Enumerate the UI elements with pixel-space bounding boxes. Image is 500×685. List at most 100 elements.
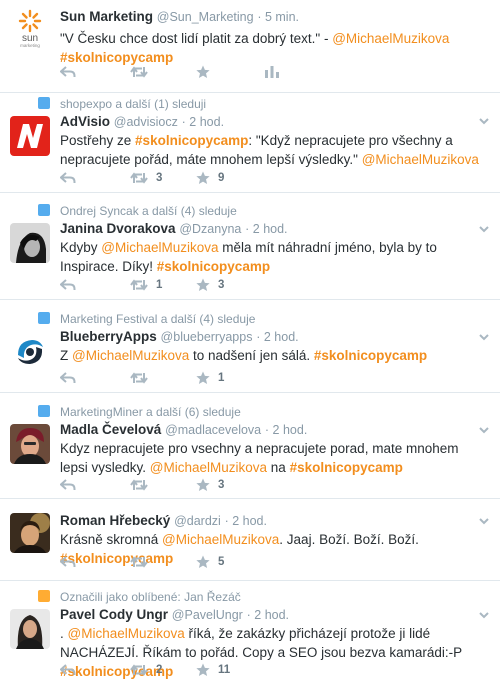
avatar[interactable] [10,331,50,371]
avatar[interactable] [10,609,50,649]
mention-link[interactable]: @MichaelMuzikova [162,532,279,547]
tweet-item[interactable]: shopexpo a další (1) sleduji AdVisio @ad… [0,93,500,193]
retweet-icon [130,664,148,676]
author-handle[interactable]: @madlacevelova [165,423,261,437]
mention-link[interactable]: @MichaelMuzikova [68,626,185,641]
retweet-count: 1 [156,279,163,291]
favorite-button[interactable]: 11 [196,662,230,678]
tweet-text: "V Česku chce dost lidí platit za dobrý … [60,29,486,67]
favorite-button[interactable]: 1 [196,370,224,386]
author-name[interactable]: AdVisio [60,114,110,129]
favorite-button[interactable]: 9 [196,170,224,186]
star-context-icon [38,590,50,602]
analytics-icon[interactable] [265,64,279,80]
avatar[interactable] [10,424,50,464]
author-name[interactable]: BlueberryApps [60,329,157,344]
tweet-item[interactable]: Označili jako oblíbené: Jan Řezáč Pavel … [0,581,500,685]
avatar[interactable] [10,223,50,263]
retweet-button[interactable]: 3 [130,170,162,186]
tweet-time[interactable]: 5 min. [265,10,299,24]
follow-context-icon [38,312,50,324]
mention-link[interactable]: @MichaelMuzikova [150,460,267,475]
author-handle[interactable]: @blueberryapps [161,330,253,344]
roman-photo [10,513,50,553]
author-handle[interactable]: @advisiocz [114,115,178,129]
hashtag-link[interactable]: #skolnicopycamp [290,460,403,475]
reply-icon[interactable] [60,170,76,186]
tweet-context: Marketing Festival a další (4) sleduje [38,312,255,326]
tweet-context: Ondrej Syncak a další (4) sleduje [38,204,237,218]
retweet-button[interactable]: 1 [130,277,162,293]
favorite-icon[interactable] [196,64,210,80]
favorite-button[interactable]: 5 [196,554,224,570]
avatar[interactable]: sun marketing [10,8,50,48]
tweet-text-segment: . Jaaj. Boží. Boží. Boží. [279,532,419,547]
author-handle[interactable]: @Dzanyna [179,222,241,236]
favorite-icon [196,278,210,291]
tweet-item[interactable]: sun marketing Sun Marketing @Sun_Marketi… [0,0,500,93]
tweet-time[interactable]: 2 hod. [264,330,299,344]
tweet-time[interactable]: 2 hod. [232,514,267,528]
reply-icon[interactable] [60,64,76,80]
tweet-time[interactable]: 2 hod. [273,423,308,437]
favorite-count: 3 [218,279,225,291]
mention-link[interactable]: @MichaelMuzikova [72,348,189,363]
tweet-text-segment: "V Česku chce dost lidí platit za dobrý … [60,31,333,46]
follow-context-icon [38,204,50,216]
favorite-icon [196,663,210,676]
reply-icon[interactable] [60,277,76,293]
mention-link[interactable]: @MichaelMuzikova [101,240,218,255]
reply-icon[interactable] [60,370,76,386]
author-name[interactable]: Pavel Cody Ungr [60,607,168,622]
tweet-item[interactable]: Marketing Festival a další (4) sleduje B… [0,300,500,393]
tweet-time[interactable]: 2 hod. [253,222,288,236]
tweet-item[interactable]: Ondrej Syncak a další (4) sleduje Janina… [0,193,500,300]
tweet-actions: 3 [60,477,360,493]
author-name[interactable]: Sun Marketing [60,9,153,24]
janina-photo [10,223,50,263]
tweet-item[interactable]: Roman Hřebecký @dardzi · 2 hod. Krásně s… [0,499,500,581]
avatar[interactable] [10,513,50,553]
tweet-context: MarketingMiner a další (6) sleduje [38,405,241,419]
tweet-text: Z @MichaelMuzikova to nadšení jen sálá. … [60,346,486,365]
tweet-text-segment: na [267,460,290,475]
mention-link[interactable]: @MichaelMuzikova [332,31,449,46]
pavel-photo [10,609,50,649]
follow-context-icon [38,405,50,417]
hashtag-link[interactable]: #skolnicopycamp [135,133,248,148]
tweet-time[interactable]: 2 hod. [254,608,289,622]
hashtag-link[interactable]: #skolnicopycamp [314,348,427,363]
author-handle[interactable]: @dardzi [174,514,221,528]
mention-link[interactable]: @MichaelMuzikova [362,152,479,167]
retweet-count: 2 [156,664,163,676]
tweet-text-segment: Kdyby [60,240,102,255]
retweet-icon[interactable] [130,370,148,386]
avatar[interactable] [10,116,50,156]
tweet-item[interactable]: MarketingMiner a další (6) sleduje Madla… [0,393,500,499]
author-name[interactable]: Madla Čevelová [60,422,161,437]
favorite-button[interactable]: 3 [196,477,224,493]
author-name[interactable]: Roman Hřebecký [60,513,170,528]
tweet-text-segment: Krásně skromná [60,532,163,547]
hashtag-link[interactable]: #skolnicopycamp [157,259,270,274]
favorite-button[interactable]: 3 [196,277,224,293]
tweet-header: Roman Hřebecký @dardzi · 2 hod. [60,513,267,528]
retweet-count: 3 [156,172,163,184]
tweet-actions: 1 [60,370,360,386]
favorite-count: 1 [218,372,225,384]
retweet-button[interactable]: 2 [130,662,162,678]
retweet-icon[interactable] [130,554,148,570]
author-handle[interactable]: @Sun_Marketing [157,10,254,24]
retweet-icon[interactable] [130,64,148,80]
reply-icon[interactable] [60,662,76,678]
tweet-time[interactable]: 2 hod. [189,115,224,129]
hashtag-link[interactable]: #skolnicopycamp [60,50,173,65]
author-handle[interactable]: @PavelUngr [172,608,243,622]
tweet-header: AdVisio @advisiocz · 2 hod. [60,114,225,129]
retweet-icon[interactable] [130,477,148,493]
favorite-icon [196,478,210,491]
tweet-header: Janina Dvorakova @Dzanyna · 2 hod. [60,221,288,236]
reply-icon[interactable] [60,554,76,570]
reply-icon[interactable] [60,477,76,493]
author-name[interactable]: Janina Dvorakova [60,221,176,236]
